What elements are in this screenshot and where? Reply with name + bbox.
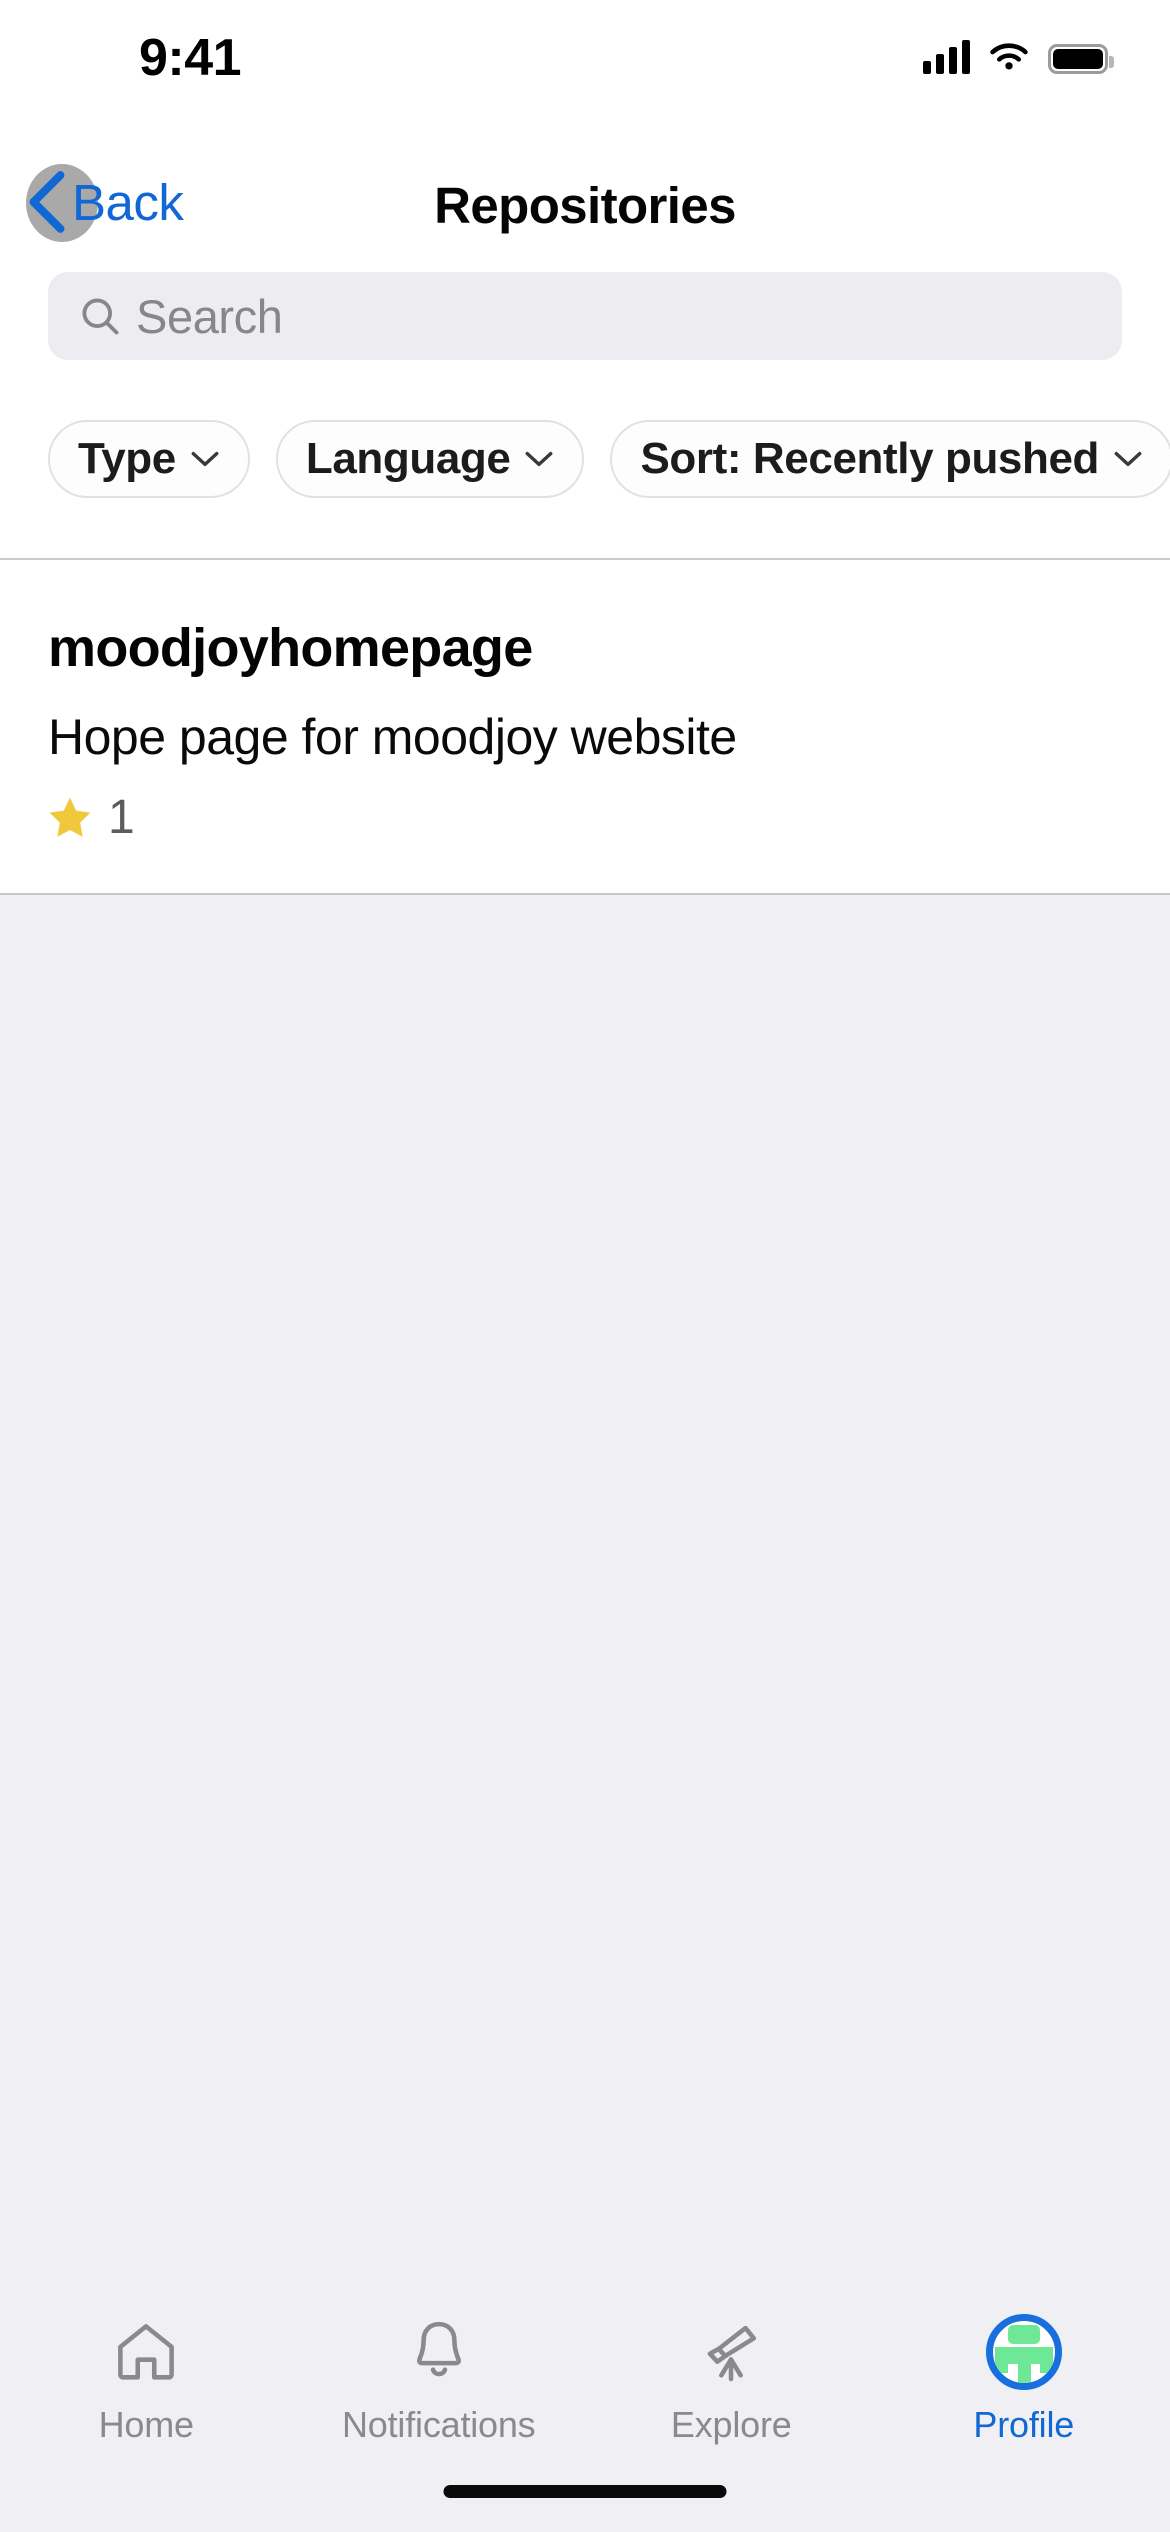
search-section: Search — [0, 272, 1170, 422]
home-icon — [108, 2314, 184, 2390]
star-count: 1 — [108, 791, 135, 844]
tab-explore[interactable]: Explore — [585, 2314, 878, 2446]
cellular-signal-icon — [923, 40, 970, 74]
wifi-icon — [990, 43, 1028, 70]
bell-icon — [401, 2314, 477, 2390]
back-button-label: Back — [72, 173, 184, 231]
search-placeholder: Search — [136, 289, 283, 343]
status-bar: 9:41 — [0, 0, 1170, 150]
repository-list-item[interactable]: moodjoyhomepage Hope page for moodjoy we… — [0, 560, 1170, 893]
chevron-left-icon — [29, 171, 65, 233]
tab-profile[interactable]: Profile — [878, 2314, 1170, 2446]
status-bar-time: 9:41 — [139, 29, 242, 87]
avatar-icon — [985, 2314, 1062, 2390]
tab-notifications[interactable]: Notifications — [293, 2314, 586, 2446]
tab-home[interactable]: Home — [0, 2314, 293, 2446]
home-indicator[interactable] — [443, 2485, 727, 2498]
filter-pill-language[interactable]: Language — [275, 420, 585, 498]
filter-pill-type[interactable]: Type — [48, 420, 250, 498]
filter-pill-language-label: Language — [305, 434, 511, 483]
back-button[interactable]: Back — [24, 162, 197, 242]
avatar — [985, 2314, 1062, 2390]
tab-home-label: Home — [98, 2404, 194, 2445]
search-icon — [82, 298, 119, 335]
repository-description: Hope page for moodjoy website — [48, 709, 737, 765]
tab-explore-label: Explore — [670, 2404, 792, 2445]
chevron-down-icon — [191, 451, 219, 467]
repository-stars: 1 — [46, 790, 135, 845]
battery-icon — [1048, 44, 1114, 74]
telescope-icon — [693, 2314, 769, 2390]
list-bottom-divider — [0, 893, 1170, 895]
search-input[interactable]: Search — [48, 272, 1122, 360]
tab-notifications-label: Notifications — [342, 2404, 536, 2445]
filter-bar: Type Language Sort: Recently pushed — [0, 420, 1170, 560]
chevron-down-icon — [526, 451, 553, 467]
filter-pill-sort[interactable]: Sort: Recently pushed — [610, 420, 1170, 498]
chevron-down-icon — [1114, 451, 1142, 467]
tab-profile-label: Profile — [973, 2404, 1075, 2445]
filter-pill-type-label: Type — [78, 434, 176, 483]
filter-pill-sort-label: Sort: Recently pushed — [640, 434, 1100, 483]
navigation-bar: Back Repositories — [0, 150, 1170, 272]
repository-name: moodjoyhomepage — [48, 618, 533, 678]
status-bar-icons — [923, 40, 1114, 74]
phone-screen: 9:41 Back Repositories Search Type Langu… — [0, 0, 1170, 2532]
star-icon — [49, 797, 91, 837]
